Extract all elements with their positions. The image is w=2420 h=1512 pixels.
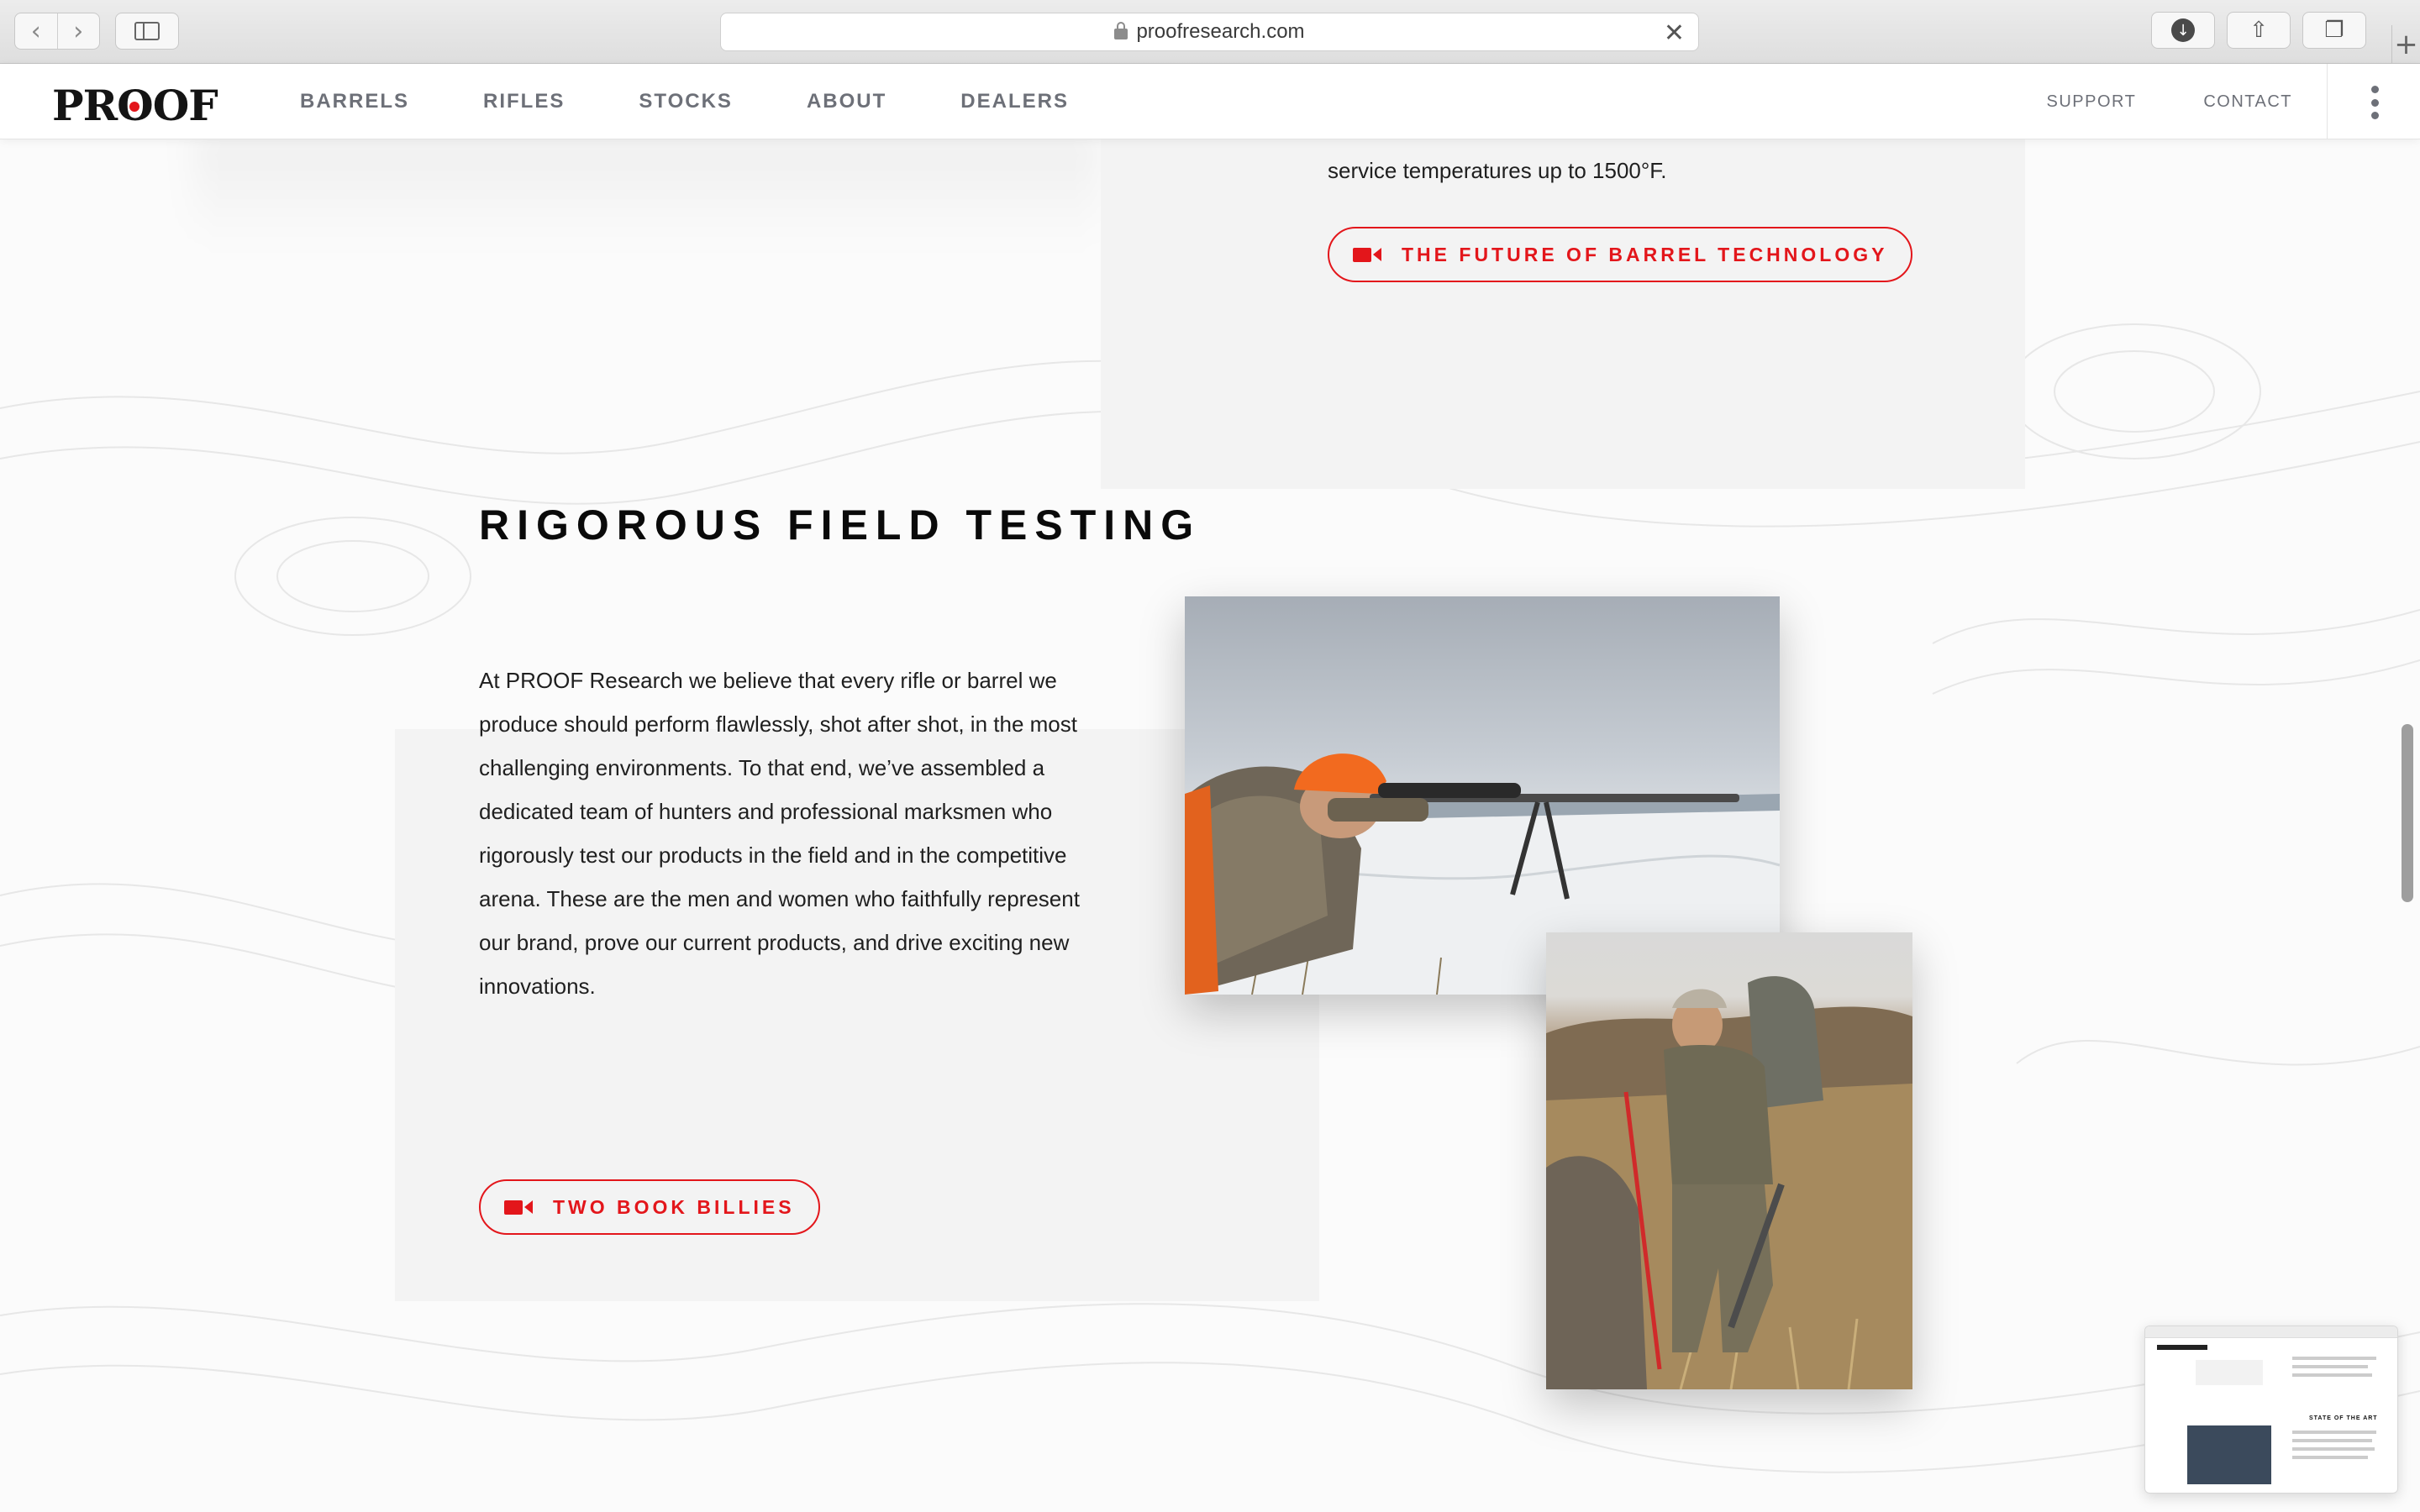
future-barrel-tech-label: THE FUTURE OF BARREL TECHNOLOGY <box>1402 243 1888 265</box>
forward-button[interactable]: › <box>56 13 100 49</box>
page-thumbnail-preview[interactable]: STATE OF THE ART <box>2144 1326 2398 1494</box>
field-testing-paragraph: At PROOF Research we believe that every … <box>479 668 1080 999</box>
page-content: service temperatures up to 1500°F. THE F… <box>0 139 2420 1512</box>
address-bar[interactable]: proofresearch.com ✕ <box>720 13 1699 51</box>
download-icon: ↓ <box>2171 18 2195 42</box>
logo-target-o: O <box>117 81 154 130</box>
sidebar-icon <box>134 22 160 40</box>
site-header: PROOF BARRELS RIFLES STOCKS ABOUT DEALER… <box>0 64 2420 139</box>
utility-nav: SUPPORT CONTACT <box>1979 64 2292 139</box>
upper-image-shadow <box>193 139 1101 249</box>
two-book-billies-button[interactable]: TWO BOOK BILLIES <box>479 1179 820 1235</box>
proof-logo[interactable]: PROOF <box>52 81 218 130</box>
url-text: proofresearch.com <box>1136 20 1305 43</box>
tabs-icon: ❐ <box>2324 18 2344 43</box>
logo-text-start: PR <box>52 81 118 130</box>
more-menu-icon[interactable] <box>2366 86 2383 119</box>
future-barrel-tech-button[interactable]: THE FUTURE OF BARREL TECHNOLOGY <box>1328 227 1913 282</box>
two-book-billies-label: TWO BOOK BILLIES <box>553 1195 795 1218</box>
header-divider <box>2327 64 2328 139</box>
lock-icon <box>1114 21 1128 39</box>
barrel-tech-text: service temperatures up to 1500°F. <box>1328 158 1667 183</box>
thumbnail-title: STATE OF THE ART <box>2309 1415 2378 1421</box>
new-tab-button[interactable]: + <box>2391 25 2420 64</box>
share-button[interactable]: ⇧ <box>2227 12 2291 49</box>
nav-dealers[interactable]: DEALERS <box>960 90 1069 113</box>
downloads-button[interactable]: ↓ <box>2151 12 2215 49</box>
nav-support[interactable]: SUPPORT <box>2046 92 2136 112</box>
tab-overview-button[interactable]: ❐ <box>2302 12 2366 49</box>
main-nav: BARRELS RIFLES STOCKS ABOUT DEALERS <box>300 64 1143 139</box>
nav-about[interactable]: ABOUT <box>807 90 886 113</box>
section-title: RIGOROUS FIELD TESTING <box>479 501 1202 549</box>
video-camera-icon <box>504 1200 533 1215</box>
nav-stocks[interactable]: STOCKS <box>639 90 733 113</box>
history-buttons: ‹ › <box>14 13 100 50</box>
logo-text-end: OF <box>152 81 218 130</box>
browser-toolbar: ‹ › proofresearch.com ✕ ↓ ⇧ ❐ + <box>0 0 2420 64</box>
share-icon: ⇧ <box>2249 18 2268 43</box>
nav-barrels[interactable]: BARRELS <box>300 90 409 113</box>
hiker-scene <box>1546 976 1912 1389</box>
back-button[interactable]: ‹ <box>15 13 57 49</box>
page-scrollbar[interactable] <box>2402 724 2413 902</box>
video-camera-icon <box>1353 247 1381 262</box>
nav-contact[interactable]: CONTACT <box>2203 92 2292 112</box>
hiker-mountain-photo <box>1546 932 1912 1389</box>
close-icon[interactable]: ✕ <box>1664 18 1685 48</box>
sidebar-toggle-button[interactable] <box>115 13 179 50</box>
nav-rifles[interactable]: RIFLES <box>483 90 565 113</box>
barrel-tech-card <box>1101 139 2025 489</box>
